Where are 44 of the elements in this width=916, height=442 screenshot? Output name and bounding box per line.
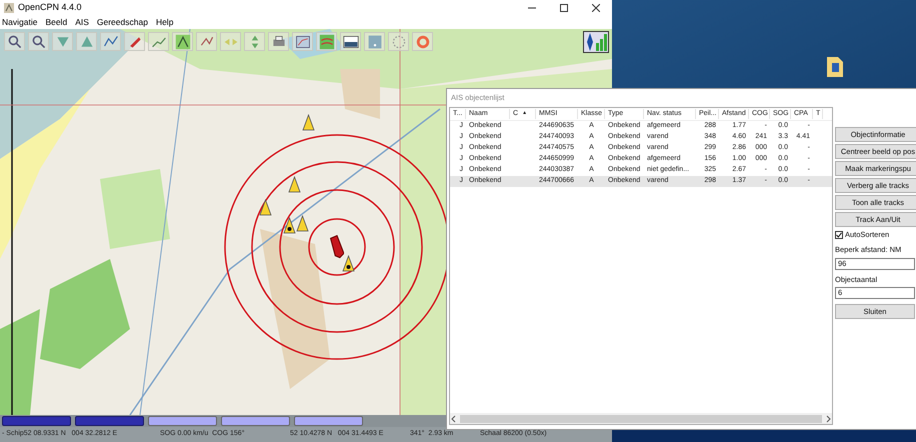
zoom-in-icon	[6, 34, 22, 50]
water-level-button[interactable]	[340, 32, 361, 51]
menu-item[interactable]: Beeld	[45, 16, 68, 28]
chart-quilt-bar[interactable]	[294, 416, 363, 426]
boat-button[interactable]	[124, 32, 145, 51]
menu-item[interactable]: AIS	[75, 16, 89, 28]
ais-target-icon[interactable]	[288, 176, 301, 193]
scroll-right-icon[interactable]	[824, 414, 832, 422]
chart-button[interactable]	[292, 32, 313, 51]
lifebuoy-button[interactable]	[412, 32, 433, 51]
zoom-out-icon	[30, 34, 46, 50]
ais-target-icon[interactable]	[342, 255, 355, 272]
ais-target-icon[interactable]	[283, 217, 296, 234]
chart-quilt-bar[interactable]	[148, 416, 217, 426]
app-logo-icon	[4, 2, 14, 12]
chart-icon	[294, 34, 310, 50]
compass-icon	[584, 33, 595, 51]
checkbox[interactable]	[835, 230, 843, 239]
zoom-in-button[interactable]	[4, 32, 25, 51]
ais-target-icon[interactable]	[296, 215, 309, 232]
waypoint-button[interactable]	[196, 32, 217, 51]
scroll-left-icon[interactable]	[450, 414, 458, 422]
close-icon[interactable]	[592, 4, 600, 12]
wave-button[interactable]	[316, 32, 337, 51]
track-button[interactable]	[148, 32, 169, 51]
maximize-icon[interactable]	[560, 4, 568, 12]
gauge-icon	[390, 34, 406, 50]
zoom-out-button[interactable]	[28, 32, 49, 51]
farmland-area	[340, 69, 380, 119]
signal-bars-icon	[596, 33, 608, 51]
horizontal-scrollbar[interactable]	[450, 413, 832, 424]
menu-item[interactable]: Navigatie	[2, 16, 38, 28]
polyline-button[interactable]	[172, 32, 193, 51]
menu-item[interactable]: Gereedschap	[96, 16, 148, 28]
desktop-file-icon[interactable]	[826, 56, 844, 78]
route-button[interactable]	[100, 32, 121, 51]
checkmark-icon	[836, 232, 842, 238]
printer-button[interactable]	[268, 32, 289, 51]
ais-target-icon[interactable]	[302, 114, 315, 131]
menu-item[interactable]: Help	[156, 16, 174, 28]
ais-target-icon[interactable]	[259, 199, 272, 216]
lifebuoy-icon	[414, 34, 430, 50]
window-title: OpenCPN 4.4.0	[18, 0, 82, 14]
chart-quilt-bar[interactable]	[221, 416, 290, 426]
